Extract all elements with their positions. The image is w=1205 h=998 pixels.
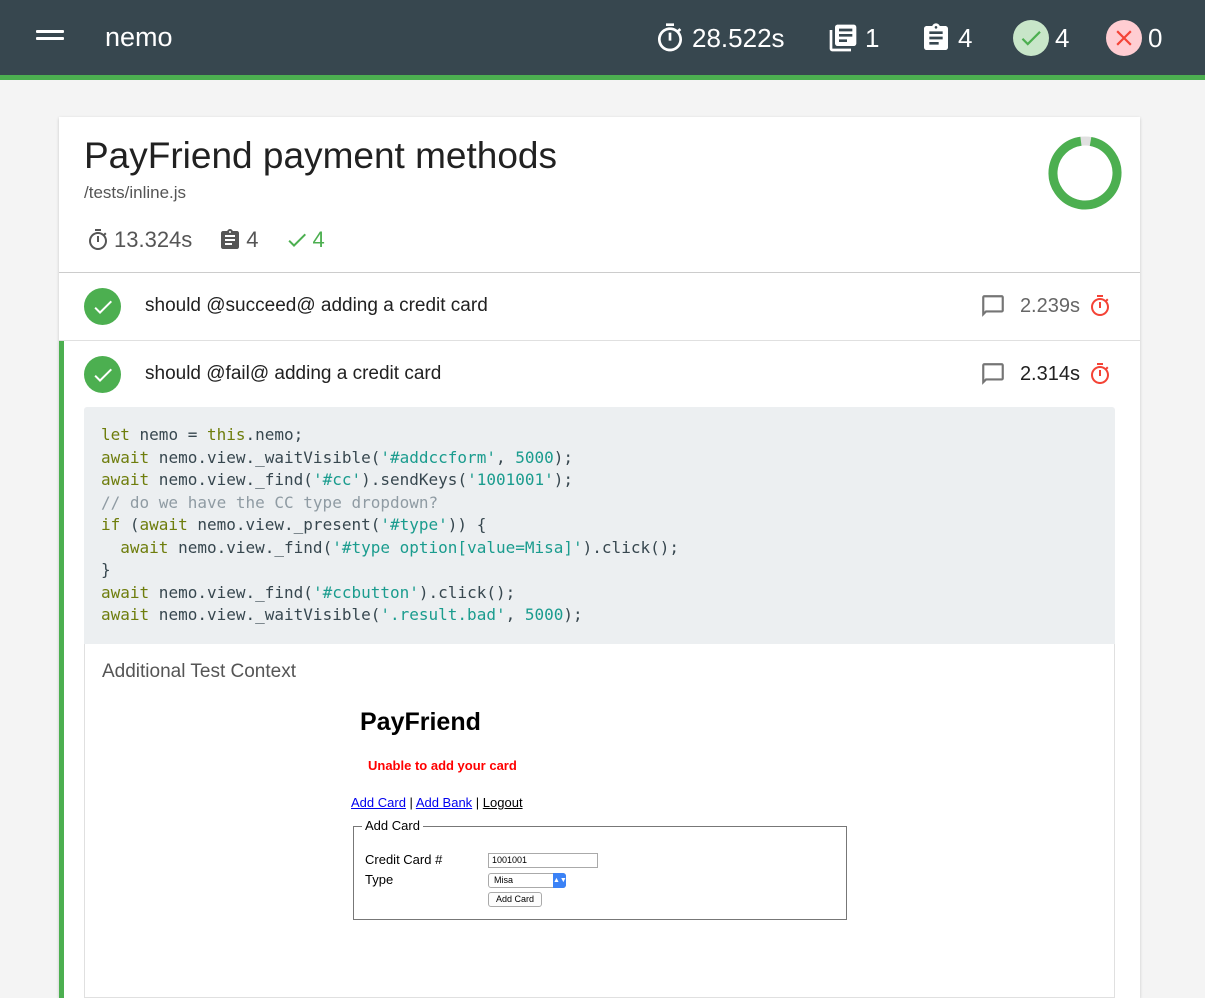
passes-count: 4 <box>1055 22 1070 53</box>
additional-context: Additional Test Context PayFriend Unable… <box>84 644 1115 998</box>
screenshot-error-message: Unable to add your card <box>368 758 517 773</box>
slow-stopwatch-icon <box>1091 363 1109 384</box>
suite-title: PayFriend payment methods <box>84 135 558 176</box>
suites-stat: 1 <box>827 20 879 56</box>
add-card-link[interactable]: Add Card <box>351 795 406 810</box>
passes-stat[interactable]: 4 <box>1013 20 1069 56</box>
stopwatch-icon <box>658 23 682 52</box>
pass-check-icon <box>84 356 121 393</box>
total-duration-stat: 28.522s <box>654 20 785 56</box>
library-books-icon <box>829 24 857 52</box>
pass-check-icon <box>1013 20 1049 56</box>
suite-duration-value: 13.324s <box>114 227 193 252</box>
assignment-icon <box>221 229 240 249</box>
context-screenshot: PayFriend Unable to add your card Add Ca… <box>345 704 855 998</box>
test-meta: 2.314s <box>980 361 1112 387</box>
test-duration: 2.239s <box>1019 294 1080 317</box>
select-arrows-icon: ▲▼ <box>553 873 567 888</box>
suite-card: PayFriend payment methods /tests/inline.… <box>59 117 1140 998</box>
stopwatch-icon <box>89 229 107 250</box>
suite-duration: 13.324s <box>86 227 192 253</box>
suite-tests-count: 4 <box>246 227 259 252</box>
add-bank-link[interactable]: Add Bank <box>416 795 472 810</box>
menu-icon[interactable] <box>36 27 66 45</box>
cc-input[interactable]: 1001001 <box>488 853 598 868</box>
screenshot-nav-links: Add Card | Add Bank | Logout <box>351 795 523 810</box>
test-row[interactable]: should @succeed@ adding a credit card 2.… <box>59 273 1140 341</box>
logout-link[interactable]: Logout <box>483 795 523 810</box>
add-card-fieldset: Add Card Credit Card # 1001001 Type Misa… <box>353 818 847 920</box>
comment-icon[interactable] <box>980 361 1006 387</box>
test-title: should @fail@ adding a credit card <box>145 363 442 384</box>
suite-stats: 13.324s 4 4 <box>86 227 351 253</box>
fieldset-legend: Add Card <box>362 818 423 833</box>
type-select-value: Misa <box>494 875 514 885</box>
check-icon <box>287 233 306 247</box>
suite-passes: 4 <box>285 227 325 253</box>
expanded-indicator <box>59 341 64 998</box>
total-duration-value: 28.522s <box>692 22 785 53</box>
suites-count: 1 <box>865 22 880 53</box>
comment-icon[interactable] <box>980 293 1006 319</box>
suite-passes-count: 4 <box>312 227 325 252</box>
fail-x-icon <box>1106 20 1142 56</box>
type-select[interactable]: Misa ▲▼ <box>488 873 567 888</box>
test-meta: 2.239s <box>980 293 1112 319</box>
failures-count: 0 <box>1148 22 1163 53</box>
add-card-button[interactable]: Add Card <box>488 892 542 907</box>
screenshot-title: PayFriend <box>360 708 481 736</box>
pass-check-icon <box>84 288 121 325</box>
tests-stat: 4 <box>920 20 972 56</box>
context-label: Additional Test Context <box>102 661 296 682</box>
cc-label: Credit Card # <box>365 852 443 867</box>
pass-percent-donut <box>1048 136 1122 210</box>
type-label: Type <box>365 872 394 887</box>
top-navbar: nemo 28.522s 1 4 4 0 <box>0 0 1205 80</box>
suite-tests: 4 <box>218 227 259 253</box>
tests-count: 4 <box>958 22 973 53</box>
test-title: should @succeed@ adding a credit card <box>145 295 488 316</box>
test-code: let nemo = this.nemo; await nemo.view._w… <box>101 425 679 624</box>
test-duration: 2.314s <box>1019 362 1080 385</box>
test-code-block: let nemo = this.nemo; await nemo.view._w… <box>84 407 1115 644</box>
slow-stopwatch-icon <box>1091 295 1109 316</box>
suite-file-path: /tests/inline.js <box>84 183 187 202</box>
failures-stat[interactable]: 0 <box>1106 20 1162 56</box>
assignment-icon <box>924 23 948 50</box>
app-title: nemo <box>105 22 173 52</box>
test-row[interactable]: should @fail@ adding a credit card 2.314… <box>59 341 1140 409</box>
